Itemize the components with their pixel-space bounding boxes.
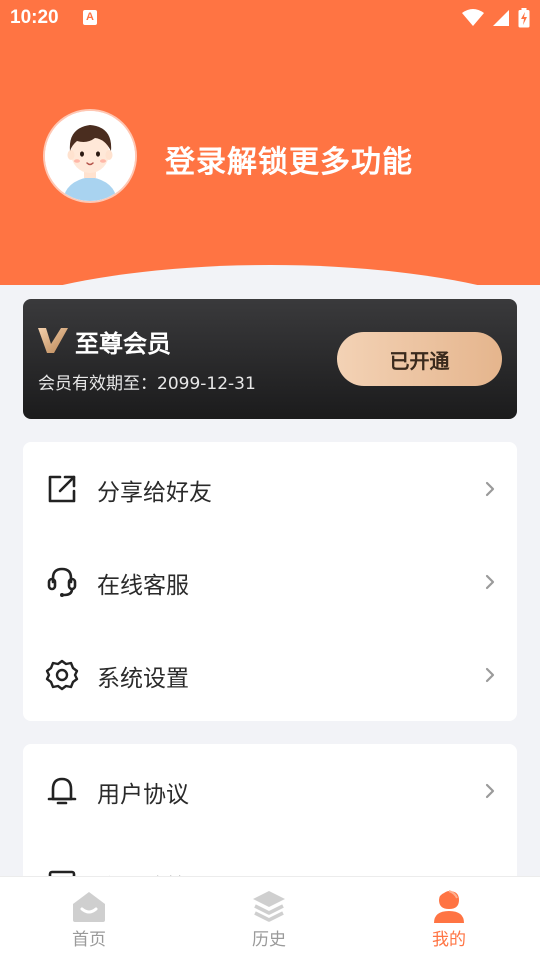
gear-icon <box>45 659 79 691</box>
avatar-boy-icon <box>45 111 135 201</box>
header-curve <box>0 265 540 285</box>
status-icons <box>462 8 530 28</box>
menu-item-user-agreement[interactable]: 用户协议 <box>23 744 517 837</box>
vip-activated-button[interactable]: 已开通 <box>337 332 502 386</box>
chevron-right-icon <box>485 667 495 683</box>
signal-icon <box>493 10 509 26</box>
share-icon <box>48 475 76 503</box>
menu-label: 用户协议 <box>97 782 189 808</box>
home-icon <box>73 892 105 922</box>
vip-logo-icon <box>38 328 68 353</box>
status-time: 10:20 <box>10 7 59 28</box>
menu-item-customer-service[interactable]: 在线客服 <box>23 535 517 628</box>
nav-label-history: 历史 <box>252 930 286 950</box>
chevron-right-icon <box>485 783 495 799</box>
wifi-icon <box>462 9 484 26</box>
nav-label-mine: 我的 <box>432 930 466 950</box>
nav-item-mine[interactable]: 我的 <box>404 877 494 960</box>
chevron-right-icon <box>485 481 495 497</box>
vip-expire-date: 会员有效期至：2099-12-31 <box>38 374 256 394</box>
menu-item-share[interactable]: 分享给好友 <box>23 442 517 535</box>
layers-icon <box>253 891 285 922</box>
menu-label: 分享给好友 <box>97 480 212 506</box>
login-prompt[interactable]: 登录解锁更多功能 <box>165 137 413 181</box>
bell-icon <box>47 777 77 805</box>
menu-label: 在线客服 <box>97 573 189 599</box>
menu-label: 系统设置 <box>97 666 189 692</box>
vip-card: 至尊会员 会员有效期至：2099-12-31 已开通 <box>23 299 517 419</box>
nav-item-home[interactable]: 首页 <box>44 877 134 960</box>
status-bar: 10:20 A <box>0 0 540 38</box>
menu-item-settings[interactable]: 系统设置 <box>23 628 517 721</box>
profile-header: 10:20 A 登录解锁更多功能 <box>0 0 540 285</box>
battery-charging-icon <box>518 8 530 28</box>
headset-icon <box>47 567 77 597</box>
user-icon <box>434 890 464 923</box>
menu-card-primary: 分享给好友 在线客服 系统设置 <box>23 442 517 721</box>
nav-item-history[interactable]: 历史 <box>224 877 314 960</box>
chevron-right-icon <box>485 574 495 590</box>
avatar[interactable] <box>45 111 135 201</box>
bottom-nav: 首页 历史 我的 <box>0 876 540 960</box>
text-a-icon: A <box>83 10 97 25</box>
vip-title: 至尊会员 <box>75 330 171 358</box>
nav-label-home: 首页 <box>72 930 106 950</box>
